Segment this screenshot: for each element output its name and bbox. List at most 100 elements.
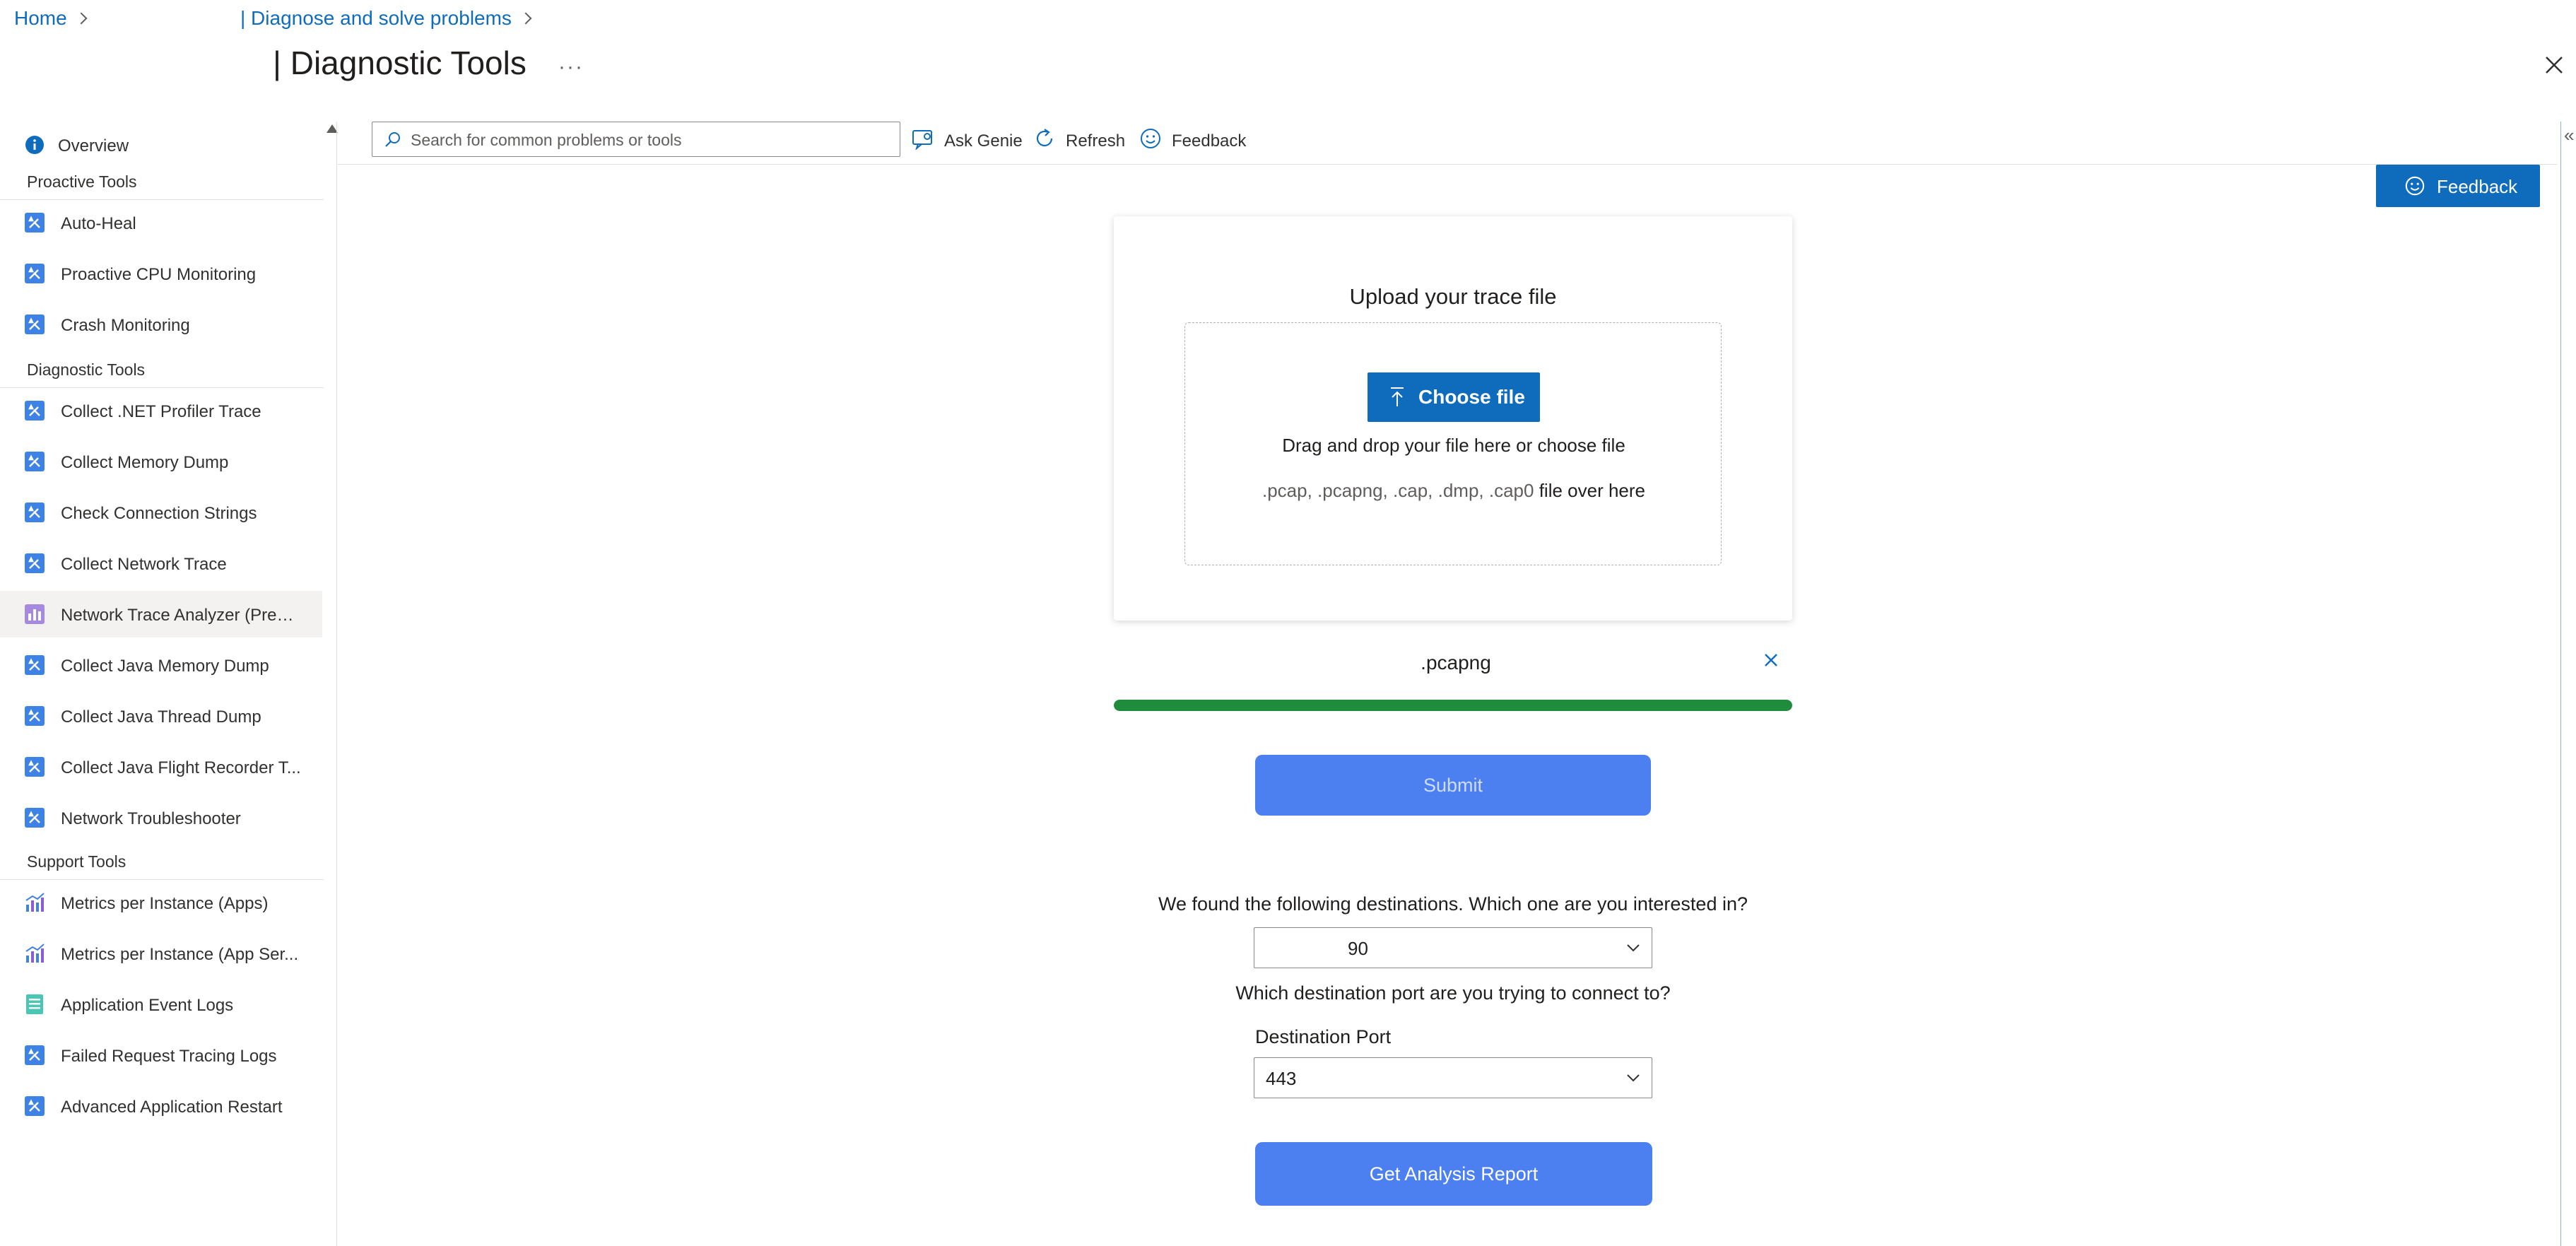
analyzer-icon xyxy=(25,604,45,624)
sidebar-item-label: Crash Monitoring xyxy=(61,316,190,335)
sidebar-item-network-trace[interactable]: Collect Network Trace xyxy=(0,540,322,587)
page-title: | Diagnostic Tools xyxy=(273,45,527,81)
file-over-here-text: file over here xyxy=(1539,480,1645,501)
sidebar-item-crash-monitoring[interactable]: Crash Monitoring xyxy=(0,301,322,348)
sidebar-item-label: Failed Request Tracing Logs xyxy=(61,1047,277,1066)
sidebar-item-memory-dump[interactable]: Collect Memory Dump xyxy=(0,438,322,485)
sidebar-item-label: Network Troubleshooter xyxy=(61,809,241,828)
event-log-icon xyxy=(26,994,43,1014)
sidebar-item-label: Metrics per Instance (Apps) xyxy=(61,894,269,913)
chevron-right-icon xyxy=(75,12,88,25)
section-header-diagnostic: Diagnostic Tools xyxy=(27,360,146,379)
sidebar-item-label: Check Connection Strings xyxy=(61,504,257,523)
right-panel-edge xyxy=(2560,122,2561,1246)
chevron-down-icon xyxy=(1627,1074,1640,1082)
refresh-icon xyxy=(1036,129,1053,147)
sidebar-item-network-trace-analyzer[interactable]: Network Trace Analyzer (Previ... xyxy=(0,591,322,637)
breadcrumb-home[interactable]: Home xyxy=(14,7,88,30)
refresh-label: Refresh xyxy=(1066,131,1126,151)
genie-icon xyxy=(912,130,932,150)
sidebar-item-application-event-logs[interactable]: Application Event Logs xyxy=(0,981,322,1028)
sidebar-item-proactive-cpu[interactable]: Proactive CPU Monitoring xyxy=(0,250,322,297)
search-box[interactable] xyxy=(372,122,900,157)
sidebar-divider xyxy=(336,122,337,1246)
choose-file-button[interactable]: Choose file xyxy=(1368,372,1540,422)
sidebar-item-network-troubleshooter[interactable]: Network Troubleshooter xyxy=(0,794,322,841)
accepted-extensions: .pcap, .pcapng, .cap, .dmp, .cap0 file o… xyxy=(1185,480,1722,502)
destination-port-dropdown[interactable]: 443 xyxy=(1254,1057,1652,1098)
upload-arrow-icon xyxy=(1391,387,1404,406)
destination-port-label: Destination Port xyxy=(1255,1026,1392,1047)
info-icon xyxy=(25,136,44,154)
sidebar-item-java-memory-dump[interactable]: Collect Java Memory Dump xyxy=(0,642,322,688)
sidebar-item-auto-heal[interactable]: Auto-Heal xyxy=(0,199,322,246)
close-icon[interactable] xyxy=(2542,53,2566,77)
sidebar-item-java-flight-recorder[interactable]: Collect Java Flight Recorder T... xyxy=(0,744,322,790)
ask-genie-label: Ask Genie xyxy=(944,131,1023,151)
sidebar-item-failed-request-tracing[interactable]: Failed Request Tracing Logs xyxy=(0,1032,322,1079)
smile-icon xyxy=(2405,176,2425,196)
tool-icon xyxy=(25,757,45,777)
tool-icon xyxy=(25,808,45,828)
destinations-question: We found the following destinations. Whi… xyxy=(1158,893,1748,915)
upload-progress-bar xyxy=(1114,700,1792,711)
upload-title: Upload your trace file xyxy=(1349,284,1557,309)
sidebar-item-label: Application Event Logs xyxy=(61,996,234,1015)
sidebar-item-label: Collect Network Trace xyxy=(61,555,227,574)
sidebar-item-label: Collect Memory Dump xyxy=(61,453,229,472)
tool-icon xyxy=(25,213,45,233)
chevron-down-icon xyxy=(1627,944,1640,952)
tool-icon xyxy=(25,1045,45,1065)
sidebar-item-dotnet-profiler[interactable]: Collect .NET Profiler Trace xyxy=(0,387,322,434)
sidebar-item-java-thread-dump[interactable]: Collect Java Thread Dump xyxy=(0,693,322,739)
tool-icon xyxy=(25,1096,45,1116)
sidebar: Overview Proactive Tools Auto-Heal Proac… xyxy=(0,122,324,1246)
remove-file-icon[interactable] xyxy=(1761,650,1781,670)
metrics-chart-icon xyxy=(25,893,45,912)
uploaded-file-name: .pcapng xyxy=(1421,652,1491,674)
destination-dropdown[interactable]: 90 xyxy=(1254,927,1652,968)
drag-drop-text: Drag and drop your file here or choose f… xyxy=(1282,435,1625,456)
sidebar-item-connection-strings[interactable]: Check Connection Strings xyxy=(0,489,322,536)
breadcrumb-diagnose-link[interactable]: | Diagnose and solve problems xyxy=(240,7,512,29)
feedback-button[interactable]: Feedback xyxy=(2376,165,2540,207)
tool-icon xyxy=(25,264,45,283)
more-options-icon[interactable]: ··· xyxy=(558,55,584,79)
search-icon xyxy=(385,132,400,147)
tool-icon xyxy=(25,706,45,726)
choose-file-label: Choose file xyxy=(1418,386,1525,408)
sidebar-item-overview[interactable]: Overview xyxy=(0,122,322,168)
toolbar-divider xyxy=(338,164,2557,165)
destination-port-value: 443 xyxy=(1266,1068,1297,1089)
sidebar-item-label: Proactive CPU Monitoring xyxy=(61,265,257,284)
upload-card: Upload your trace file Choose file Drag … xyxy=(1114,216,1792,621)
sidebar-item-label: Overview xyxy=(58,136,129,155)
collapse-panel-icon[interactable]: « xyxy=(2564,124,2574,146)
get-analysis-report-button[interactable]: Get Analysis Report xyxy=(1255,1142,1652,1206)
file-dropzone[interactable]: Choose file Drag and drop your file here… xyxy=(1184,322,1722,565)
upload-progress-fill xyxy=(1114,700,1792,711)
breadcrumb-home-link[interactable]: Home xyxy=(14,7,67,29)
metrics-chart-icon xyxy=(25,944,45,963)
sidebar-item-label: Collect Java Memory Dump xyxy=(61,657,269,676)
sidebar-item-label: Collect Java Thread Dump xyxy=(61,707,261,727)
search-input[interactable] xyxy=(409,128,893,152)
sidebar-item-label: Auto-Heal xyxy=(61,214,136,233)
sidebar-item-label: Advanced Application Restart xyxy=(61,1098,283,1117)
submit-button[interactable]: Submit xyxy=(1255,755,1651,816)
sidebar-item-advanced-restart[interactable]: Advanced Application Restart xyxy=(0,1083,322,1129)
sidebar-item-metrics-app-service[interactable]: Metrics per Instance (App Ser... xyxy=(0,930,322,977)
tool-icon xyxy=(25,401,45,421)
section-header-proactive: Proactive Tools xyxy=(27,172,137,191)
breadcrumb-diagnose[interactable]: | Diagnose and solve problems xyxy=(240,7,532,30)
sidebar-item-metrics-apps[interactable]: Metrics per Instance (Apps) xyxy=(0,879,322,926)
section-header-support: Support Tools xyxy=(27,852,127,871)
tool-icon xyxy=(25,315,45,334)
chevron-right-icon xyxy=(519,12,532,25)
tool-icon xyxy=(25,452,45,471)
sidebar-item-label: Metrics per Instance (App Ser... xyxy=(61,945,299,964)
sidebar-item-label: Collect Java Flight Recorder T... xyxy=(61,758,301,777)
extensions-list: .pcap, .pcapng, .cap, .dmp, .cap0 xyxy=(1261,480,1534,501)
feedback-button-label: Feedback xyxy=(2437,176,2518,197)
port-question: Which destination port are you trying to… xyxy=(1235,982,1671,1004)
